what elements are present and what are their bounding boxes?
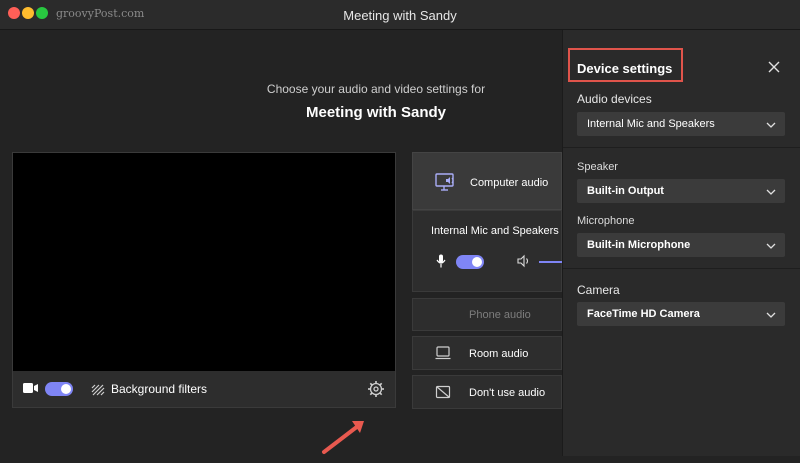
speaker-dropdown[interactable]: Built-in Output — [577, 179, 785, 203]
section-divider — [563, 268, 800, 269]
audio-devices-dropdown[interactable]: Internal Mic and Speakers — [577, 112, 785, 136]
camera-icon — [23, 381, 39, 399]
internal-device-panel: Internal Mic and Speakers — [412, 210, 563, 292]
chevron-down-icon — [765, 239, 777, 257]
microphone-dropdown[interactable]: Built-in Microphone — [577, 233, 785, 257]
speaker-label: Speaker — [577, 161, 618, 173]
phone-audio-option[interactable]: Phone audio — [412, 298, 562, 331]
camera-label: Camera — [577, 283, 620, 297]
close-settings-icon[interactable] — [767, 60, 781, 74]
audio-devices-value: Internal Mic and Speakers — [587, 118, 715, 130]
internal-device-label: Internal Mic and Speakers — [431, 225, 559, 237]
speaker-volume-icon — [517, 254, 531, 273]
chevron-down-icon — [765, 308, 777, 326]
video-preview — [12, 152, 396, 372]
speaker-volume-slider[interactable] — [539, 261, 563, 263]
prejoin-main: Choose your audio and video settings for… — [0, 30, 563, 456]
camera-toggle[interactable] — [45, 382, 73, 396]
title-bar: groovyPost.com Meeting with Sandy — [0, 0, 800, 30]
device-settings-panel: Device settings Audio devices Internal M… — [562, 30, 800, 456]
dont-use-audio-option[interactable]: Don't use audio — [412, 375, 562, 409]
microphone-value: Built-in Microphone — [587, 239, 691, 251]
chevron-down-icon — [765, 185, 777, 203]
computer-audio-label: Computer audio — [470, 177, 549, 189]
background-filters-icon — [91, 383, 105, 401]
phone-audio-label: Phone audio — [469, 309, 531, 321]
camera-value: FaceTime HD Camera — [587, 308, 700, 320]
microphone-toggle[interactable] — [456, 255, 484, 269]
dont-use-audio-label: Don't use audio — [469, 387, 546, 399]
window-title: Meeting with Sandy — [343, 8, 457, 23]
section-divider — [563, 147, 800, 148]
room-audio-label: Room audio — [469, 348, 529, 360]
background-filters-button[interactable]: Background filters — [111, 382, 207, 396]
no-audio-icon — [435, 385, 451, 404]
microphone-icon — [436, 254, 446, 273]
audio-devices-label: Audio devices — [577, 92, 652, 106]
preview-toolbar: Background filters — [12, 371, 396, 408]
annotation-arrow-icon — [318, 418, 370, 463]
room-audio-icon — [435, 346, 451, 365]
camera-dropdown[interactable]: FaceTime HD Camera — [577, 302, 785, 326]
room-audio-option[interactable]: Room audio — [412, 336, 562, 370]
chevron-down-icon — [765, 118, 777, 136]
computer-audio-icon — [435, 173, 457, 196]
device-settings-title: Device settings — [577, 61, 673, 76]
speaker-value: Built-in Output — [587, 185, 664, 197]
device-settings-gear-icon[interactable] — [366, 379, 386, 399]
microphone-label: Microphone — [577, 215, 635, 227]
computer-audio-option[interactable]: Computer audio — [412, 152, 562, 210]
